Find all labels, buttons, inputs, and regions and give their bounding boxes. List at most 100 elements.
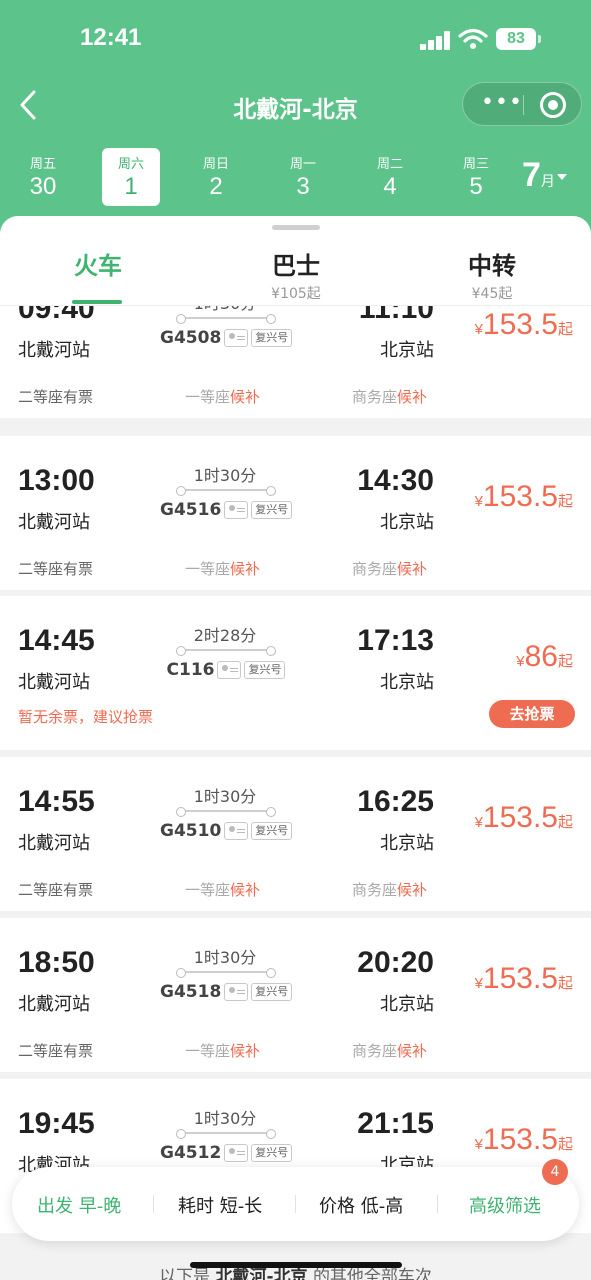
currency: ¥ [474, 493, 483, 510]
signal-icon [420, 30, 452, 50]
grab-ticket-button[interactable]: 去抢票 [489, 700, 575, 728]
price-suffix: 起 [557, 814, 573, 831]
month-picker[interactable]: 7月 [522, 156, 567, 195]
depart-time: 19:45 [18, 1107, 95, 1140]
fuxing-tag: 复兴号 [244, 661, 286, 679]
tab-label: 中转 [468, 252, 516, 280]
seat-type: 一等座 [185, 881, 231, 899]
train-number: G4518 复兴号 [160, 982, 293, 1002]
id-card-icon [224, 329, 249, 347]
seat-first-class: 一等座候补 [185, 558, 260, 579]
sheet-grip-handle[interactable] [272, 225, 320, 230]
date-weekday: 周日 [202, 157, 229, 172]
header: 12:41 83 北戴河-北京 ••• 周五 30 周六 1 周日 2 周一 3 周二 4… [0, 0, 591, 240]
seat-status: 候补 [230, 388, 261, 406]
duration: 1时30分 [193, 466, 257, 485]
depart-station: 北戴河站 [18, 512, 90, 533]
date-day: 2 [209, 173, 223, 200]
train-card[interactable]: 14:55 1时30分 16:25 北戴河站 G4510 复兴号 北京站 ¥153… [0, 757, 591, 911]
footer-route: 北戴河-北京 [215, 1267, 308, 1280]
price-suffix: 起 [557, 321, 573, 338]
seat-type: 一等座 [185, 560, 231, 578]
id-card-icon [224, 822, 249, 840]
chevron-down-icon [556, 174, 567, 181]
depart-time: 18:50 [18, 946, 95, 979]
currency: ¥ [474, 975, 483, 992]
depart-station: 北戴河站 [18, 833, 90, 854]
date-item-selected[interactable]: 周六 1 [102, 148, 160, 206]
date-weekday: 周三 [462, 157, 489, 172]
date-item[interactable]: 周一 3 [274, 148, 332, 206]
arrive-station: 北京站 [380, 512, 434, 533]
filter-divider [295, 1195, 296, 1213]
date-day: 3 [296, 173, 310, 200]
currency: ¥ [474, 814, 483, 831]
price-value: 153.5 [482, 1123, 558, 1156]
seat-status: 候补 [397, 1042, 428, 1060]
train-number: G4512 复兴号 [160, 1143, 293, 1163]
train-card[interactable]: 13:00 1时30分 14:30 北戴河站 G4516 复兴号 北京站 ¥153… [0, 436, 591, 590]
depart-station: 北戴河站 [18, 340, 90, 361]
route-line [176, 314, 276, 324]
seat-second-class: 二等座有票 [18, 560, 94, 578]
id-card-icon [217, 661, 242, 679]
filter-bar: 出发 早-晚 耗时 短-长 价格 低-高 高级筛选 4 [12, 1159, 579, 1241]
date-item[interactable]: 周二 4 [361, 148, 419, 206]
date-item[interactable]: 周三 5 [447, 148, 505, 206]
seat-business-class: 商务座候补 [352, 558, 427, 579]
tab-transfer[interactable]: 中转 ¥45起 [412, 246, 572, 303]
date-day: 5 [469, 173, 483, 200]
seat-status: 候补 [397, 560, 428, 578]
price: ¥153.5起 [475, 308, 573, 342]
train-card[interactable]: 14:45 2时28分 17:13 北戴河站 C116 复兴号 北京站 ¥86起 … [0, 596, 591, 750]
train-code: G4510 [160, 821, 222, 841]
currency: ¥ [474, 1136, 483, 1153]
depart-time: 09:40 [18, 306, 95, 325]
more-icon[interactable]: ••• [481, 92, 522, 115]
fuxing-tag: 复兴号 [251, 822, 293, 840]
seat-second-class: 二等座有票 [18, 388, 94, 406]
duration: 1时30分 [193, 948, 257, 967]
duration: 1时30分 [193, 787, 257, 806]
filter-divider [153, 1195, 154, 1213]
price-value: 86 [524, 640, 558, 673]
price-value: 153.5 [482, 962, 558, 995]
capsule-divider [523, 95, 524, 115]
filter-depart-time[interactable]: 出发 早-晚 [37, 1192, 121, 1218]
seat-type: 商务座 [352, 560, 398, 578]
price-suffix: 起 [557, 1136, 573, 1153]
train-code: G4518 [160, 982, 222, 1002]
train-number: G4510 复兴号 [160, 821, 293, 841]
tab-train[interactable]: 火车 [18, 246, 178, 281]
seat-status: 候补 [230, 1042, 261, 1060]
seat-business-class: 商务座候补 [352, 1040, 427, 1061]
results-sheet: 火车 巴士 ¥105起 中转 ¥45起 09:40 1时30分 11:10 北戴河站… [0, 216, 591, 1280]
status-bar: 12:41 83 [0, 0, 591, 80]
seat-type: 商务座 [352, 1042, 398, 1060]
seat-status: 候补 [397, 881, 428, 899]
price: ¥86起 [516, 640, 573, 674]
duration: 2时28分 [193, 626, 257, 645]
arrive-station: 北京站 [380, 833, 434, 854]
seat-second-class: 二等座有票 [18, 1042, 94, 1060]
price: ¥153.5起 [475, 962, 573, 996]
filter-duration[interactable]: 耗时 短-长 [178, 1192, 262, 1218]
arrive-time: 21:15 [357, 1107, 434, 1140]
filter-price[interactable]: 价格 低-高 [319, 1192, 403, 1218]
date-weekday: 周一 [289, 157, 316, 172]
train-list: 09:40 1时30分 11:10 北戴河站 G4508 复兴号 北京站 ¥153… [0, 306, 591, 1280]
date-item[interactable]: 周日 2 [187, 148, 245, 206]
seat-first-class: 一等座候补 [185, 879, 260, 900]
sold-out-notice: 暂无余票，建议抢票 [18, 708, 154, 726]
filter-advanced[interactable]: 高级筛选 [469, 1192, 541, 1218]
footer-suffix: 的其他全部车次 [312, 1267, 432, 1280]
train-card[interactable]: 18:50 1时30分 20:20 北戴河站 G4518 复兴号 北京站 ¥153… [0, 918, 591, 1072]
train-card[interactable]: 09:40 1时30分 11:10 北戴河站 G4508 复兴号 北京站 ¥153… [0, 306, 591, 418]
date-day: 30 [29, 173, 57, 200]
train-number: G4516 复兴号 [160, 500, 293, 520]
home-indicator[interactable] [190, 1262, 402, 1268]
close-target-icon[interactable] [540, 92, 566, 118]
tab-price: ¥105起 [271, 286, 321, 302]
tab-bus[interactable]: 巴士 ¥105起 [216, 246, 376, 303]
date-item[interactable]: 周五 30 [14, 148, 72, 206]
